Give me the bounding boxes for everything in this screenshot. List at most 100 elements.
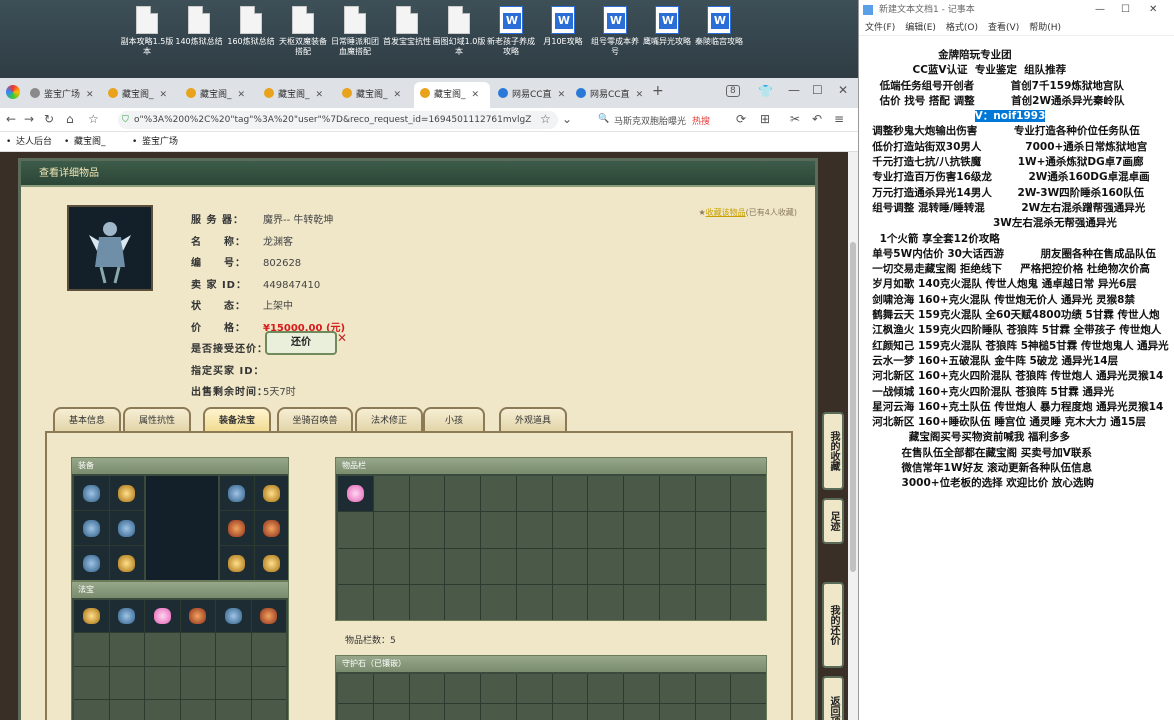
item-slot[interactable] (516, 584, 552, 620)
notepad-maximize-icon[interactable]: ☐ (1121, 0, 1130, 20)
item-slot[interactable] (216, 699, 251, 720)
item-slot[interactable] (109, 699, 144, 720)
browser-tab[interactable]: 网易CC直 ✕ (492, 82, 568, 108)
item-slot[interactable] (445, 674, 480, 703)
tab-close-icon[interactable]: ✕ (160, 90, 168, 100)
browser-tab[interactable]: 藏宝阁_ ✕ (102, 82, 178, 108)
item-slot[interactable] (552, 548, 588, 584)
tab-count-badge[interactable]: 8 (726, 85, 740, 97)
item-slot[interactable] (445, 584, 480, 620)
item-slot[interactable] (409, 512, 445, 548)
item-slot-filled[interactable] (254, 511, 288, 545)
item-slot[interactable] (588, 584, 623, 620)
hot-search-badge[interactable]: 热搜 (692, 114, 710, 127)
close-icon[interactable]: ✕ (838, 83, 848, 97)
item-slot[interactable] (552, 476, 588, 512)
item-slot[interactable] (659, 476, 695, 512)
desktop-icon[interactable]: W 秦陵临宫攻略 (692, 6, 746, 47)
item-slot[interactable] (588, 703, 623, 720)
desktop-icon[interactable]: 画图幻域1.0版本 (432, 6, 486, 57)
grid-icon[interactable]: ⊞ (760, 112, 770, 126)
item-slot[interactable] (216, 633, 251, 666)
item-slot[interactable] (659, 512, 695, 548)
notepad-menu-item[interactable]: 格式(O) (946, 23, 978, 33)
item-slot[interactable] (695, 674, 731, 703)
item-slot[interactable] (251, 699, 286, 720)
item-slot[interactable] (251, 633, 286, 666)
item-tab[interactable]: 外观道具 (499, 407, 567, 433)
tab-close-icon[interactable]: ✕ (316, 90, 324, 100)
desktop-icon[interactable]: W 新老孩子养成攻略 (484, 6, 538, 57)
item-slot[interactable] (445, 548, 480, 584)
item-slot-filled[interactable] (220, 511, 254, 545)
desktop-icon[interactable]: W 组号零成本养号 (588, 6, 642, 57)
desktop-icon[interactable]: W 鹰嘴异光攻略 (640, 6, 694, 47)
forward-icon[interactable]: → (24, 112, 34, 126)
desktop-icon[interactable]: 日常睡派和团血魔搭配 (328, 6, 382, 57)
tab-close-icon[interactable]: ✕ (238, 90, 246, 100)
item-slot-filled[interactable] (220, 546, 254, 580)
item-tab[interactable]: 法术修正 (355, 407, 423, 433)
desktop-icon[interactable]: 首发宝宝抗性 (380, 6, 434, 47)
back-icon[interactable]: ← (6, 112, 16, 126)
item-slot[interactable] (731, 703, 766, 720)
desktop-icon[interactable]: 140炼狱总结 (172, 6, 226, 47)
side-button[interactable]: 我的还价 (822, 582, 844, 668)
browser-tab[interactable]: 网易CC直 ✕ (570, 82, 646, 108)
notepad-close-icon[interactable]: ✕ (1149, 0, 1157, 20)
item-slot[interactable] (516, 476, 552, 512)
item-slot[interactable] (731, 512, 766, 548)
item-slot[interactable] (338, 584, 373, 620)
minimize-icon[interactable]: — (788, 83, 800, 97)
item-slot[interactable] (373, 512, 409, 548)
item-slot[interactable] (109, 633, 144, 666)
undo-icon[interactable]: ↶ (812, 112, 822, 126)
notepad-menu-item[interactable]: 编辑(E) (905, 23, 936, 33)
notepad-minimize-icon[interactable]: — (1095, 0, 1105, 20)
shirt-icon[interactable]: 👕 (758, 84, 773, 98)
item-slot[interactable] (552, 584, 588, 620)
item-slot[interactable] (481, 584, 516, 620)
item-slot[interactable] (481, 674, 516, 703)
item-slot[interactable] (731, 476, 766, 512)
scroll-thumb[interactable] (850, 242, 856, 572)
item-slot-filled[interactable] (74, 511, 109, 545)
desktop-icon[interactable]: 160炼狱总结 (224, 6, 278, 47)
item-tab[interactable]: 小孩 (423, 407, 485, 433)
notepad-menu-item[interactable]: 帮助(H) (1029, 23, 1061, 33)
item-slot[interactable] (338, 512, 373, 548)
side-button[interactable]: 我的收藏 (822, 412, 844, 490)
item-slot-filled[interactable] (254, 546, 288, 580)
haggle-close-icon[interactable]: ✕ (337, 331, 347, 345)
item-slot[interactable] (659, 703, 695, 720)
item-slot[interactable] (74, 633, 109, 666)
item-slot[interactable] (624, 512, 659, 548)
item-slot[interactable] (409, 703, 445, 720)
item-slot[interactable] (588, 512, 623, 548)
search-input[interactable]: 马斯克双胞胎曝光 (614, 114, 686, 127)
item-slot[interactable] (145, 666, 180, 699)
item-slot[interactable] (409, 584, 445, 620)
item-slot-filled[interactable] (220, 476, 254, 510)
item-slot[interactable] (409, 548, 445, 584)
item-slot-filled[interactable] (180, 600, 215, 633)
tab-close-icon[interactable]: ✕ (394, 90, 402, 100)
item-slot[interactable] (552, 674, 588, 703)
item-slot-filled[interactable] (74, 546, 109, 580)
item-slot[interactable] (74, 699, 109, 720)
tab-close-icon[interactable]: ✕ (636, 90, 644, 100)
browser-tab[interactable]: 鉴宝广场 ✕ (24, 82, 100, 108)
item-slot[interactable] (731, 674, 766, 703)
item-slot[interactable] (74, 666, 109, 699)
item-slot[interactable] (624, 476, 659, 512)
notepad-text-area[interactable]: 金牌陪玩专业团 CC蓝V认证 专业鉴定 组队推荐 低端任务组号开创者 首创7千1… (865, 48, 1171, 492)
browser-tab[interactable]: 藏宝阁_ ✕ (336, 82, 412, 108)
notepad-menu-item[interactable]: 查看(V) (988, 23, 1019, 33)
item-slot[interactable] (373, 548, 409, 584)
item-slot[interactable] (695, 548, 731, 584)
item-slot[interactable] (695, 703, 731, 720)
browser-tab[interactable]: 藏宝阁_ ✕ (180, 82, 256, 108)
item-slot[interactable] (516, 674, 552, 703)
item-slot-filled[interactable] (254, 476, 288, 510)
item-slot[interactable] (552, 703, 588, 720)
